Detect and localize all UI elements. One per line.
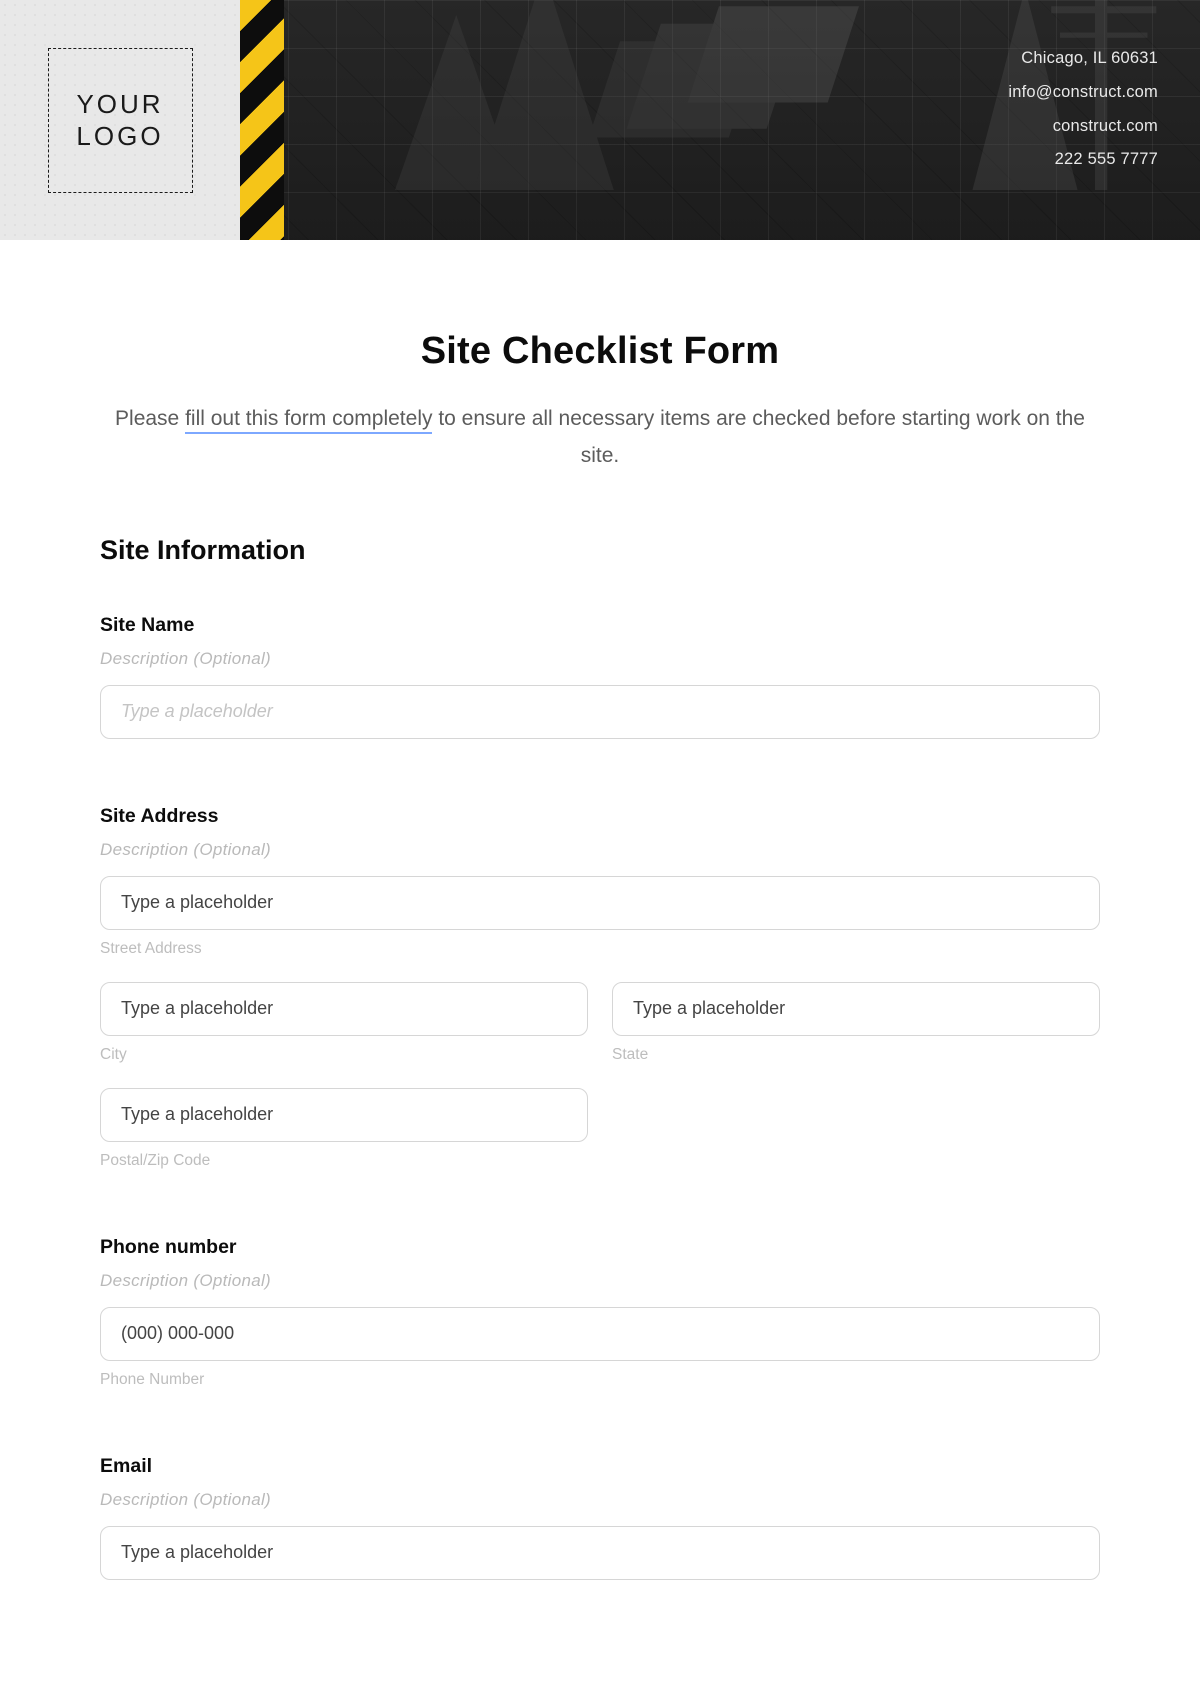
- sublabel-zip: Postal/Zip Code: [100, 1152, 588, 1170]
- contact-block: Chicago, IL 60631 info@construct.com con…: [1008, 42, 1158, 177]
- hero-image: Chicago, IL 60631 info@construct.com con…: [240, 0, 1200, 240]
- desc-email: Description (Optional): [100, 1490, 1100, 1510]
- logo-text: YOUR LOGO: [49, 88, 192, 153]
- zip-input[interactable]: [100, 1088, 588, 1142]
- form-body: Site Checklist Form Please fill out this…: [0, 240, 1200, 1620]
- field-email: Email Description (Optional): [100, 1455, 1100, 1580]
- desc-site-address: Description (Optional): [100, 840, 1100, 860]
- field-site-address: Site Address Description (Optional) Stre…: [100, 805, 1100, 1170]
- street-address-input[interactable]: [100, 876, 1100, 930]
- logo-placeholder: YOUR LOGO: [48, 48, 193, 193]
- contact-website: construct.com: [1008, 110, 1158, 144]
- sublabel-street: Street Address: [100, 940, 1100, 958]
- lead-underlined: fill out this form completely: [185, 407, 432, 434]
- email-input[interactable]: [100, 1526, 1100, 1580]
- desc-site-name: Description (Optional): [100, 649, 1100, 669]
- sublabel-phone: Phone Number: [100, 1371, 1100, 1389]
- field-phone: Phone number Description (Optional) Phon…: [100, 1236, 1100, 1389]
- page-title: Site Checklist Form: [100, 330, 1100, 373]
- state-input[interactable]: [612, 982, 1100, 1036]
- banner: YOUR LOGO Chicago, IL 6: [0, 0, 1200, 240]
- lead-suffix: to ensure all necessary items are checke…: [432, 407, 1085, 467]
- lead-paragraph: Please fill out this form completely to …: [100, 401, 1100, 475]
- sublabel-state: State: [612, 1046, 1100, 1064]
- hazard-stripe: [240, 0, 284, 240]
- contact-phone: 222 555 7777: [1008, 143, 1158, 177]
- city-input[interactable]: [100, 982, 588, 1036]
- contact-email: info@construct.com: [1008, 76, 1158, 110]
- label-email: Email: [100, 1455, 1100, 1478]
- logo-pane: YOUR LOGO: [0, 0, 240, 240]
- contact-address: Chicago, IL 60631: [1008, 42, 1158, 76]
- site-name-input[interactable]: [100, 685, 1100, 739]
- page: YOUR LOGO Chicago, IL 6: [0, 0, 1200, 1620]
- desc-phone: Description (Optional): [100, 1271, 1100, 1291]
- field-site-name: Site Name Description (Optional): [100, 614, 1100, 739]
- label-site-address: Site Address: [100, 805, 1100, 828]
- lead-prefix: Please: [115, 407, 185, 430]
- phone-input[interactable]: [100, 1307, 1100, 1361]
- label-site-name: Site Name: [100, 614, 1100, 637]
- section-heading-site-info: Site Information: [100, 535, 1100, 566]
- sublabel-city: City: [100, 1046, 588, 1064]
- label-phone: Phone number: [100, 1236, 1100, 1259]
